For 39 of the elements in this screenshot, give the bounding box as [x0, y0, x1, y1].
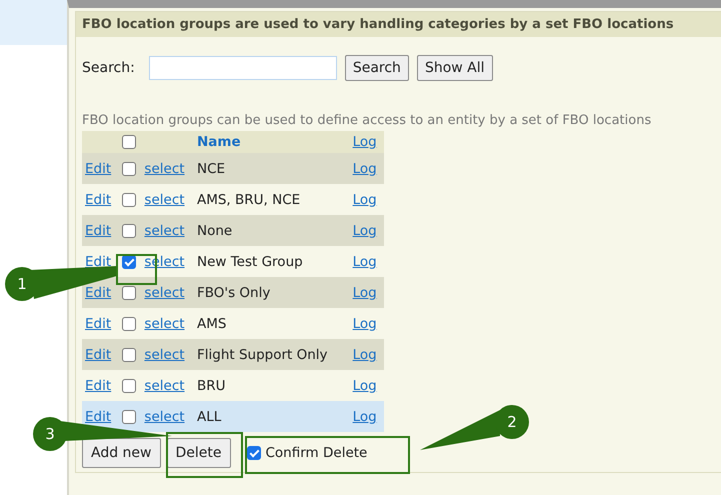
group-name: NCE: [196, 160, 226, 176]
group-name: AMS: [196, 316, 226, 332]
edit-link[interactable]: Edit: [85, 254, 112, 270]
row-checkbox[interactable]: [122, 316, 136, 331]
add-new-button[interactable]: Add new: [82, 438, 160, 468]
group-name: Flight Support Only: [196, 346, 328, 362]
row-checkbox[interactable]: [122, 348, 136, 362]
group-name: AMS, BRU, NCE: [196, 192, 300, 208]
show-all-button[interactable]: Show All: [416, 55, 493, 81]
edit-link[interactable]: Edit: [85, 192, 112, 208]
select-link[interactable]: select: [144, 316, 185, 332]
group-name: BRU: [196, 378, 226, 394]
row-checkbox[interactable]: [122, 286, 136, 300]
row-checkbox[interactable]: [122, 410, 136, 424]
log-link[interactable]: Log: [352, 316, 377, 332]
group-name: FBO's Only: [196, 284, 270, 300]
select-all-checkbox[interactable]: [122, 135, 136, 150]
panel-title: FBO location groups are used to vary handling categories by a set FBO locations: [76, 12, 721, 37]
select-link[interactable]: select: [144, 378, 185, 394]
group-name: None: [196, 222, 232, 238]
group-name: ALL: [196, 408, 222, 424]
delete-button[interactable]: Delete: [166, 438, 230, 468]
edit-link[interactable]: Edit: [85, 316, 112, 332]
description-text: FBO location groups can be used to define access to an entity by a set of FBO locations: [82, 113, 652, 128]
log-link[interactable]: Log: [352, 192, 377, 208]
row-checkbox[interactable]: [122, 192, 136, 207]
row-checkbox[interactable]: [122, 224, 136, 238]
log-link[interactable]: Log: [352, 254, 377, 270]
edit-link[interactable]: Edit: [85, 378, 112, 394]
search-button[interactable]: Search: [344, 55, 409, 81]
confirm-label: Confirm Delete: [266, 445, 368, 461]
select-link[interactable]: select: [144, 192, 185, 208]
search-label: Search:: [82, 60, 135, 76]
confirm-checkbox[interactable]: [246, 446, 260, 460]
log-link[interactable]: Log: [352, 378, 377, 394]
search-field[interactable]: [148, 56, 337, 80]
row-checkbox[interactable]: [122, 378, 136, 393]
row-checkbox[interactable]: [122, 162, 136, 176]
group-name: New Test Group: [196, 254, 303, 270]
